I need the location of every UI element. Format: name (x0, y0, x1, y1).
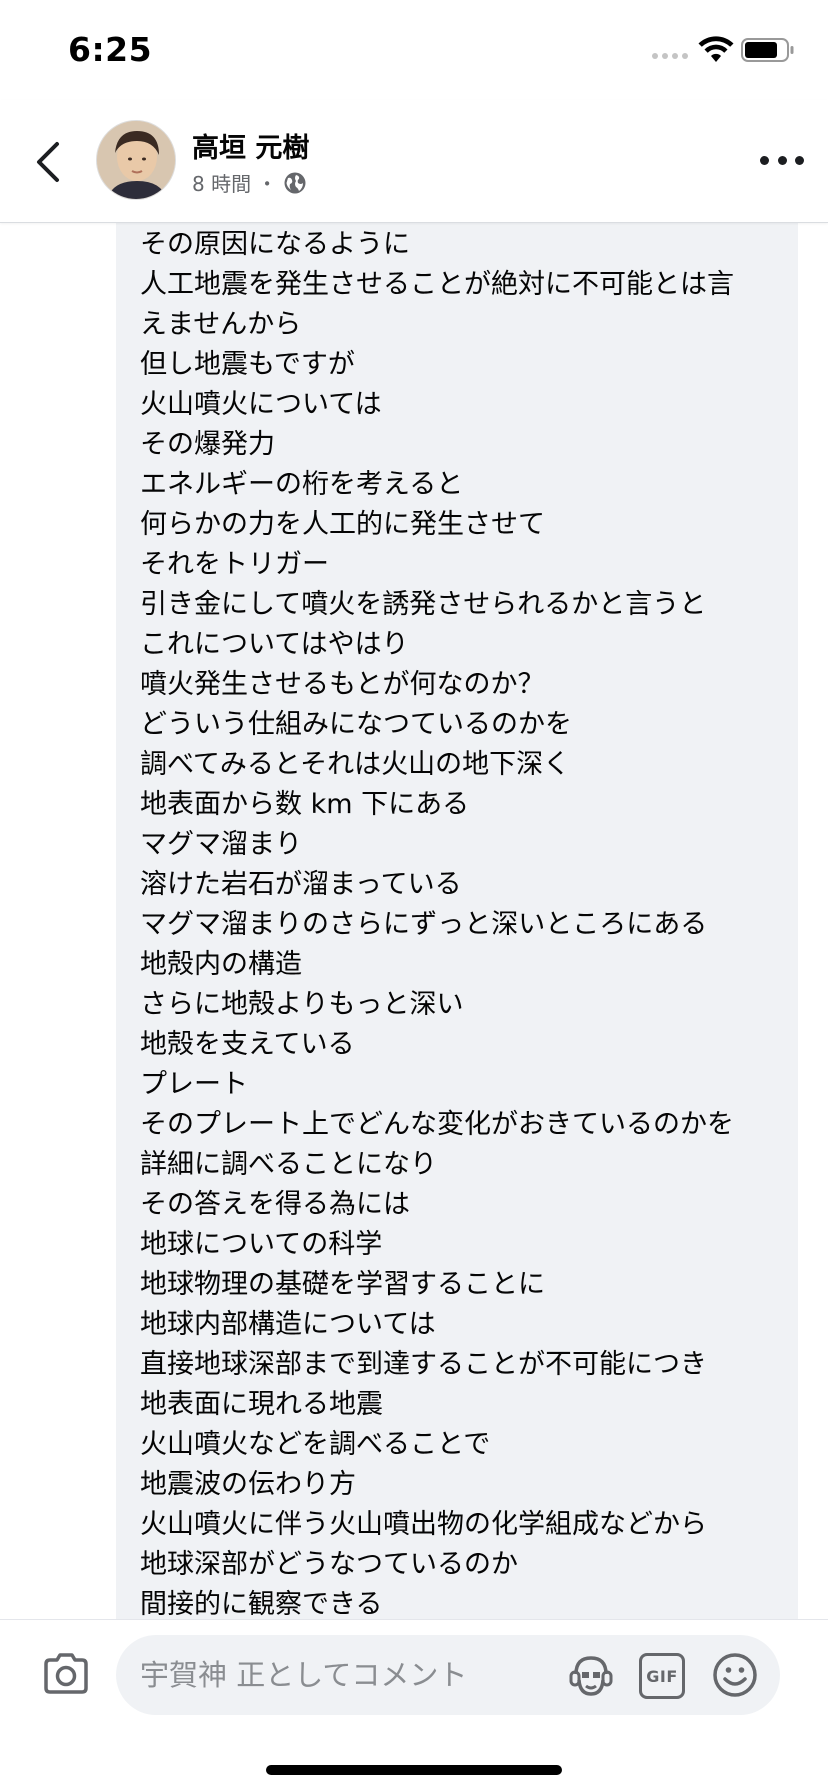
comment-line: 地震波の伝わり方 (140, 1469, 356, 1500)
comment-line: その爆発力 (140, 429, 275, 460)
comment-line: さらに地殻よりもっと深い (140, 989, 464, 1020)
profile-photo-icon (97, 121, 175, 199)
comment-line: 地表面から数 km 下にある (140, 789, 470, 820)
home-indicator (266, 1765, 562, 1775)
author-avatar[interactable] (96, 120, 176, 200)
comment-line: それをトリガー (140, 549, 329, 580)
comment-composer: GIF (0, 1619, 828, 1792)
comment-line: えませんから (140, 309, 302, 340)
chevron-left-icon (37, 142, 59, 182)
more-options-button[interactable] (760, 145, 804, 175)
comment-line: これについてはやはり (140, 629, 409, 660)
comment-line: その原因になるように (140, 229, 410, 260)
comment-line: 地球についての科学 (140, 1229, 383, 1260)
camera-icon[interactable] (40, 1648, 92, 1700)
comment-line: どういう仕組みになつているのかを (140, 709, 572, 740)
comment-line: 地殻を支えている (140, 1029, 355, 1060)
comment-line: 但し地震もですが (140, 349, 355, 380)
comment-line: 地表面に現れる地震 (140, 1389, 383, 1420)
status-bar: 6:25 (0, 0, 828, 100)
comment-line: 噴火発生させるもとが何なのか？ (140, 669, 545, 700)
comment-line: マグマ溜まり (140, 829, 302, 860)
comment-line: 地球深部がどうなつているのか (140, 1549, 518, 1580)
post-meta: 8 時間 ・ (192, 168, 307, 197)
status-time: 6:25 (68, 30, 153, 69)
globe-icon (284, 172, 306, 193)
avatar-sticker-icon[interactable] (566, 1650, 616, 1700)
battery-icon (741, 38, 794, 62)
post-time[interactable]: 8 時間 (192, 168, 251, 197)
comment-line: 詳細に調べることになり (140, 1149, 437, 1180)
comment-line: 火山噴火などを調べることで (140, 1429, 491, 1460)
comment-thread[interactable]: その原因になるように人工地震を発生させることが絶対に不可能とは言 えませんから但し… (0, 223, 828, 1619)
comment-line: その答えを得る為には (140, 1189, 410, 1220)
comment-line: 何らかの力を人工的に発生させて (140, 509, 545, 540)
comment-line: 直接地球深部まで到達することが不可能につき (140, 1349, 707, 1380)
cellular-signal-icon (652, 53, 688, 59)
comment-line: 引き金にして噴火を誘発させられるかと言うと (140, 589, 707, 620)
comment-text: その原因になるように人工地震を発生させることが絶対に不可能とは言 えませんから但し… (140, 225, 788, 1619)
comment-line: 地殻内の構造 (140, 949, 302, 980)
comment-line: 間接的に観察できる (140, 1589, 383, 1619)
meta-separator: ・ (257, 172, 278, 196)
comment-bubble: その原因になるように人工地震を発生させることが絶対に不可能とは言 えませんから但し… (116, 223, 798, 1619)
wifi-icon (698, 36, 734, 62)
comment-line: プレート (140, 1069, 248, 1100)
comment-line: 地球内部構造については (140, 1309, 436, 1340)
comment-line: そのプレート上でどんな変化がおきているのかを (140, 1109, 734, 1140)
comment-line: 火山噴火については (140, 389, 382, 420)
author-name[interactable]: 高垣 元樹 (192, 126, 309, 165)
comment-line: 地球物理の基礎を学習することに (140, 1269, 545, 1300)
comment-line: 溶けた岩石が溜まっている (140, 869, 462, 900)
comment-line: 人工地震を発生させることが絶対に不可能とは言 (140, 269, 734, 300)
comment-line: 火山噴火に伴う火山噴出物の化学組成などから (140, 1509, 707, 1540)
gif-button[interactable]: GIF (639, 1653, 685, 1699)
comment-line: マグマ溜まりのさらにずっと深いところにある (140, 909, 708, 940)
comment-line: エネルギーの桁を考えると (140, 469, 464, 500)
back-button[interactable] (30, 138, 66, 186)
comment-line: 調べてみるとそれは火山の地下深く (140, 749, 571, 780)
emoji-icon[interactable] (710, 1650, 760, 1700)
post-header: 高垣 元樹 8 時間 ・ (0, 100, 828, 223)
